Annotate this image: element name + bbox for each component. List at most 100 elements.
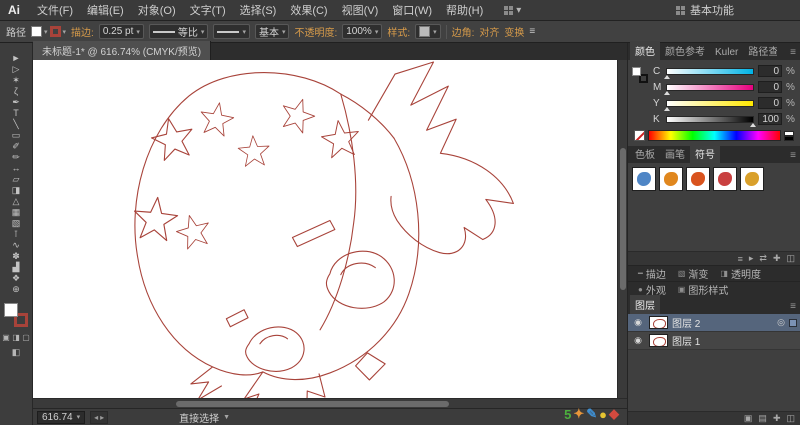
menu-item[interactable]: 效果(C) [283, 0, 334, 20]
opacity-link[interactable]: 不透明度: [294, 24, 337, 39]
free-transform-tool-icon[interactable]: ▱ [3, 174, 29, 185]
eyedropper-tool-icon[interactable]: ⊺ [3, 229, 29, 240]
fill-color-box[interactable] [4, 303, 18, 317]
layer-row-2[interactable]: ◉ 图层 2 ◎ [628, 314, 800, 332]
tab-brushes[interactable]: 画笔 [660, 144, 690, 163]
slider-handle[interactable] [664, 90, 670, 95]
menu-item[interactable]: 视图(V) [335, 0, 386, 20]
pen-tool-icon[interactable]: ✒ [3, 97, 29, 108]
style-link[interactable]: 样式: [387, 24, 410, 39]
mesh-tool-icon[interactable]: ▦ [3, 207, 29, 218]
panel-menu-icon[interactable]: ≡ [786, 45, 800, 60]
yellow-slider[interactable] [664, 99, 754, 111]
menu-item[interactable]: 文字(T) [183, 0, 233, 20]
screen-mode-icon[interactable]: ◧ [12, 347, 21, 358]
width-profile-dropdown[interactable]: 等比 ▾ [148, 24, 209, 39]
horizontal-scroll-thumb[interactable] [175, 401, 449, 407]
tab-kuler[interactable]: Kuler [710, 45, 743, 60]
tab-layers[interactable]: 图层 [630, 295, 660, 314]
direct-selection-tool-icon[interactable]: ▷ [3, 64, 29, 75]
cyan-value-field[interactable]: 0 [758, 65, 782, 77]
fill-stroke-swatches[interactable]: ▾ ▾ [31, 26, 66, 37]
draw-behind-icon[interactable]: ◨ [12, 333, 21, 342]
new-layer-icon[interactable]: ✚ [773, 413, 781, 424]
black-white-swatches[interactable] [784, 130, 794, 141]
transform-link[interactable]: 变换 [504, 24, 524, 39]
line-segment-tool-icon[interactable]: ╲ [3, 119, 29, 130]
symbol-sprayer-tool-icon[interactable]: ✽ [3, 251, 29, 262]
tab-color-guide[interactable]: 颜色参考 [660, 41, 710, 60]
draw-inside-icon[interactable]: ▢ [22, 333, 31, 342]
menu-item[interactable]: 窗口(W) [385, 0, 439, 20]
new-sublayer-icon[interactable]: ▤ [758, 413, 767, 424]
magenta-value-field[interactable]: 0 [758, 81, 782, 93]
symbol-blue-blob[interactable] [632, 167, 656, 191]
none-swatch[interactable] [634, 130, 645, 141]
break-link-icon[interactable]: ⇄ [759, 253, 767, 264]
document-tab[interactable]: 未标题-1* @ 616.74% (CMYK/预览) [33, 41, 212, 60]
next-artboard-icon[interactable]: ▸ [100, 413, 104, 422]
horizontal-scrollbar[interactable] [33, 398, 627, 408]
vertical-scrollbar[interactable] [617, 60, 627, 398]
layer-row-1[interactable]: ◉ 图层 1 [628, 332, 800, 350]
control-panel-menu-icon[interactable]: ≡ [529, 26, 535, 37]
shape-builder-tool-icon[interactable]: ◨ [3, 185, 29, 196]
make-clipping-mask-icon[interactable]: ▣ [744, 413, 753, 424]
mini-fill-stroke-indicator[interactable] [632, 67, 648, 83]
canvas[interactable] [33, 60, 617, 398]
symbol-red-sun[interactable] [686, 167, 710, 191]
style-dropdown[interactable]: ▾ [415, 24, 441, 39]
perspective-grid-tool-icon[interactable]: △ [3, 196, 29, 207]
selection-tool-icon[interactable]: ► [3, 53, 29, 64]
symbol-gold-shape[interactable] [740, 167, 764, 191]
menu-item[interactable]: 编辑(E) [80, 0, 131, 20]
magenta-slider[interactable] [664, 83, 754, 95]
workspace-switcher[interactable]: 基本功能 [676, 2, 734, 18]
panel-menu-icon[interactable]: ≡ [786, 148, 800, 163]
menu-item[interactable]: 选择(S) [233, 0, 284, 20]
cyan-slider[interactable] [664, 67, 754, 79]
visibility-eye-icon[interactable]: ◉ [631, 335, 645, 346]
layer-name[interactable]: 图层 2 [672, 315, 773, 330]
tab-swatches[interactable]: 色板 [630, 144, 660, 163]
stroke-link[interactable]: 描边: [71, 24, 94, 39]
rectangle-tool-icon[interactable]: ▭ [3, 130, 29, 141]
tab-pathfinder[interactable]: 路径查找器 [743, 41, 777, 60]
tab-transparency[interactable]: ◨ 透明度 [714, 266, 767, 281]
color-spectrum-bar[interactable] [648, 130, 781, 141]
vertical-scroll-thumb[interactable] [620, 147, 626, 290]
symbol-libraries-icon[interactable]: ≡ [738, 254, 743, 264]
black-value-field[interactable]: 100 [758, 113, 782, 125]
delete-layer-icon[interactable]: ◫ [786, 413, 795, 424]
menu-item[interactable]: 文件(F) [30, 0, 80, 20]
place-symbol-icon[interactable]: ▸ [749, 253, 754, 264]
hand-tool-icon[interactable]: ❖ [3, 273, 29, 284]
yellow-value-field[interactable]: 0 [758, 97, 782, 109]
chevron-down-icon[interactable]: ▼ [223, 414, 230, 421]
magic-wand-tool-icon[interactable]: ✶ [3, 75, 29, 86]
paintbrush-tool-icon[interactable]: ✐ [3, 141, 29, 152]
column-graph-tool-icon[interactable]: ▟ [3, 262, 29, 273]
menu-item[interactable]: 帮助(H) [439, 0, 490, 20]
width-tool-icon[interactable]: ↔ [3, 163, 29, 174]
black-swatch[interactable] [784, 135, 794, 141]
target-icon[interactable]: ◎ [777, 317, 785, 328]
lasso-tool-icon[interactable]: ζ [3, 86, 29, 97]
slider-handle[interactable] [664, 74, 670, 79]
symbol-orange-ball[interactable] [659, 167, 683, 191]
previous-artboard-icon[interactable]: ◂ [94, 413, 98, 422]
symbol-red-flower[interactable] [713, 167, 737, 191]
zoom-tool-icon[interactable]: ⊕ [3, 284, 29, 295]
fill-stroke-indicator[interactable] [4, 303, 28, 327]
tab-graphic-styles[interactable]: ▣ 图形样式 [672, 282, 735, 297]
draw-normal-icon[interactable]: ▣ [2, 333, 11, 342]
black-slider[interactable] [666, 115, 756, 127]
arrange-documents-control[interactable]: ▾ [504, 5, 521, 16]
tab-stroke[interactable]: ━ 描边 [632, 266, 672, 281]
tab-gradient[interactable]: ▧ 渐变 [672, 266, 715, 281]
brush-definition-dropdown[interactable]: ▾ [213, 24, 250, 39]
slider-handle[interactable] [750, 122, 756, 127]
layer-name[interactable]: 图层 1 [672, 333, 797, 348]
delete-symbol-icon[interactable]: ◫ [786, 253, 795, 264]
gradient-tool-icon[interactable]: ▧ [3, 218, 29, 229]
